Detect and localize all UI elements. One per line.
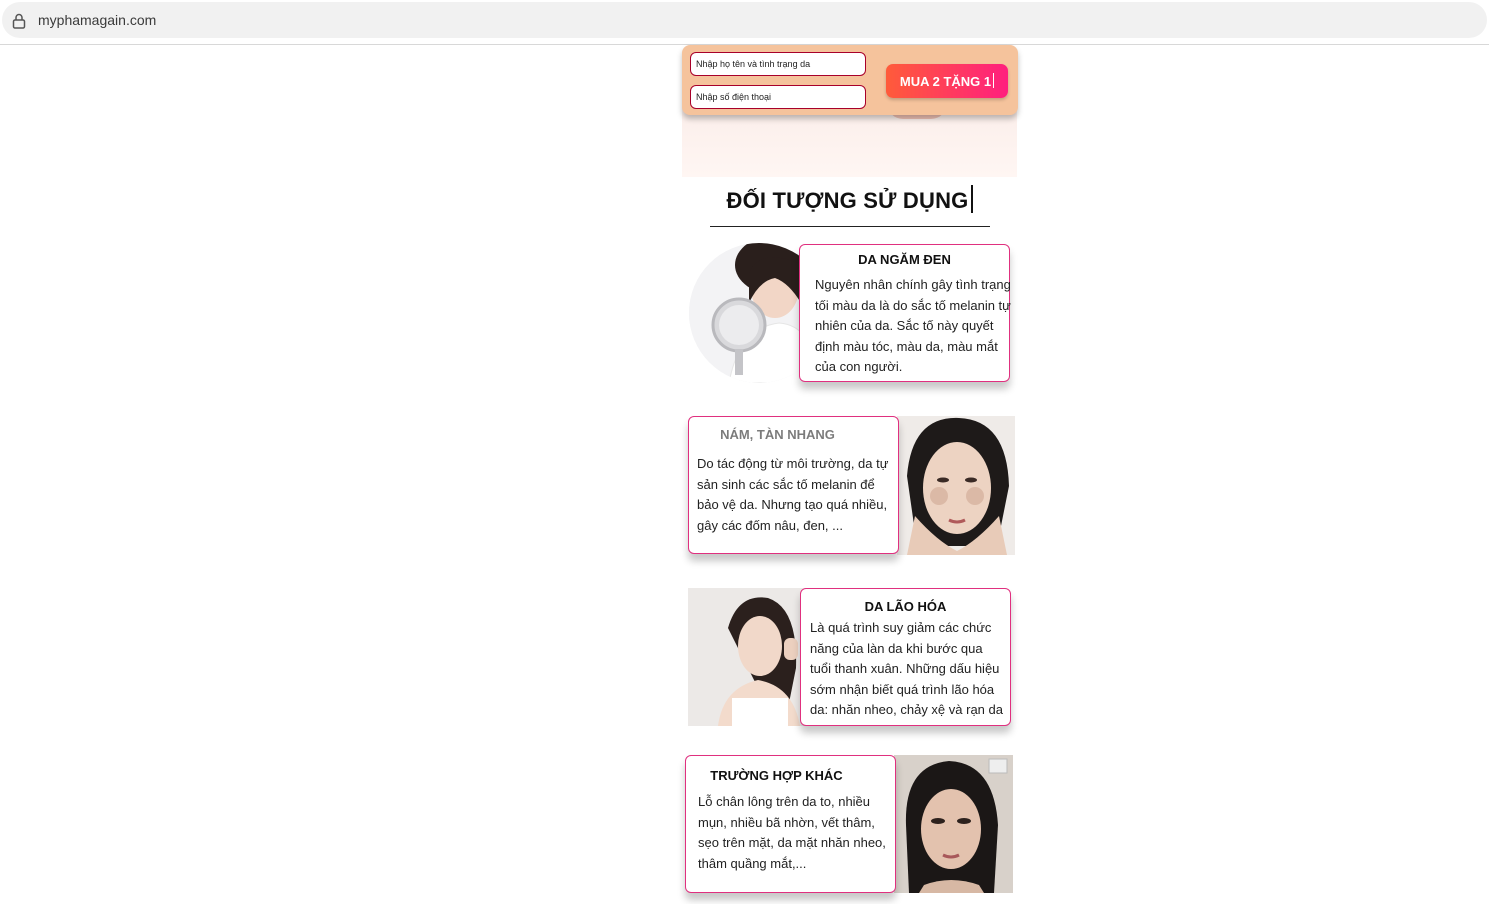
buy-button[interactable]: MUA 2 TẶNG 1 xyxy=(886,64,1008,98)
card-title: NÁM, TÀN NHANG xyxy=(720,427,835,442)
phone-input[interactable] xyxy=(690,85,866,109)
card-text: Nguyên nhân chính gây tình trạng tối màu… xyxy=(815,277,1011,374)
melasma-photo xyxy=(897,416,1015,555)
card-melasma: NÁM, TÀN NHANG Do tác động từ môi trường… xyxy=(688,416,899,554)
card-aging: DA LÃO HÓA Là quá trình suy giảm các chứ… xyxy=(800,588,1011,726)
card-text: Lỗ chân lông trên da to, nhiều mụn, nhiề… xyxy=(698,794,886,871)
order-form-bar: MUA 2 TẶNG 1 xyxy=(682,45,1018,115)
buy-button-label: MUA 2 TẶNG 1 xyxy=(899,74,992,89)
card-title: DA LÃO HÓA xyxy=(864,599,947,614)
woman-freckles-illustration xyxy=(897,416,1015,555)
page-content: MUA 2 TẶNG 1 ĐỐI TƯỢNG SỬ DỤNG DA NGĂM Đ… xyxy=(682,45,1018,904)
card-text: Là quá trình suy giảm các chức năng của … xyxy=(810,620,1003,717)
card-dark-skin: DA NGĂM ĐEN Nguyên nhân chính gây tình t… xyxy=(799,244,1011,382)
aging-skin-photo xyxy=(688,588,806,726)
woman-other-illustration xyxy=(894,755,1013,893)
url-text[interactable]: myphamagain.com xyxy=(38,12,156,28)
other-cases-photo xyxy=(894,755,1013,893)
card-title: TRƯỜNG HỢP KHÁC xyxy=(710,768,843,783)
card-other-cases: TRƯỜNG HỢP KHÁC Lỗ chân lông trên da to,… xyxy=(685,755,896,893)
lock-icon xyxy=(12,13,26,29)
card-text: Do tác động từ môi trường, da tự sản sin… xyxy=(697,456,889,533)
text-cursor xyxy=(993,73,995,88)
section-divider xyxy=(710,226,990,227)
section-title-text: ĐỐI TƯỢNG SỬ DỤNG xyxy=(726,188,969,213)
hero-image-strip xyxy=(682,105,1017,177)
woman-aging-illustration xyxy=(688,588,806,726)
card-title: DA NGĂM ĐEN xyxy=(858,252,951,267)
browser-address-bar: myphamagain.com xyxy=(0,0,1489,45)
text-cursor xyxy=(970,185,973,213)
section-title: ĐỐI TƯỢNG SỬ DỤNG xyxy=(682,185,1017,214)
url-box[interactable]: myphamagain.com xyxy=(2,2,1487,38)
name-input[interactable] xyxy=(690,52,866,76)
